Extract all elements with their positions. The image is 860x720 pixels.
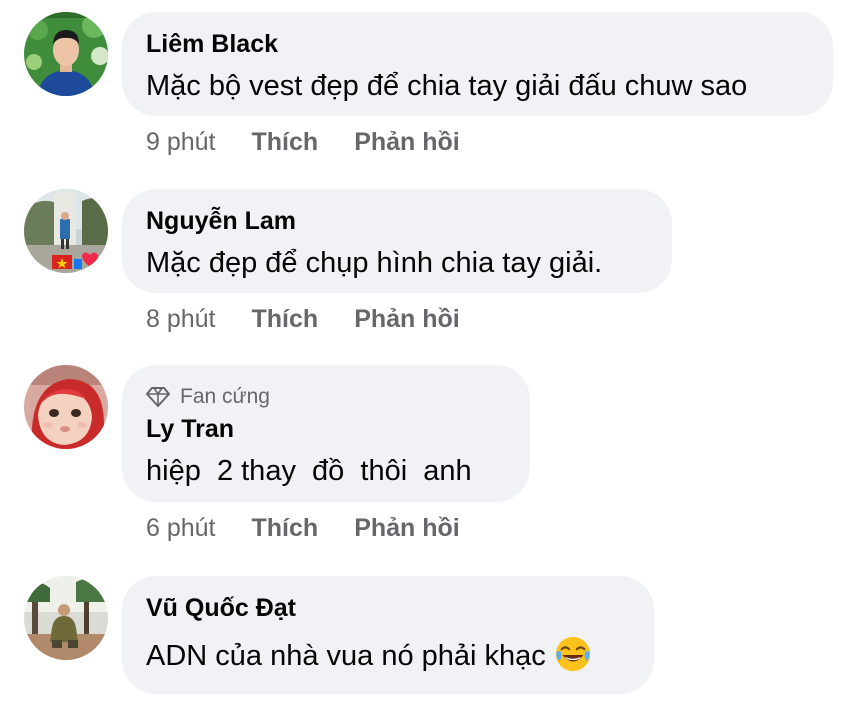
avatar[interactable] <box>24 365 108 449</box>
comment-actions <box>146 704 262 720</box>
comment-bubble: Fan cứng Ly Tran hiệp 2 thay đồ thôi anh <box>122 365 530 502</box>
comment-actions: 8 phút Thích Phản hồi <box>146 303 496 335</box>
comment-text: ADN của nhà vua nó phải khạc <box>146 636 628 676</box>
top-fan-badge: Fan cứng <box>146 383 504 411</box>
reply-button[interactable]: Phản hồi <box>354 512 460 544</box>
laughing-tears-emoji-icon <box>555 637 590 672</box>
avatar[interactable] <box>24 189 108 273</box>
avatar-photo-icon <box>24 189 108 273</box>
comment-actions: 9 phút Thích Phản hồi <box>146 126 496 158</box>
like-button[interactable]: Thích <box>252 512 319 544</box>
avatar-photo-icon <box>24 576 108 660</box>
diamond-icon <box>146 387 170 407</box>
avatar-photo-icon <box>24 365 108 449</box>
avatar[interactable] <box>24 576 108 660</box>
comment-time[interactable] <box>146 704 226 720</box>
comment-author[interactable]: Vũ Quốc Đạt <box>146 592 628 624</box>
comment-bubble: Vũ Quốc Đạt ADN của nhà vua nó phải khạc <box>122 576 654 694</box>
comment-time[interactable]: 9 phút <box>146 126 216 158</box>
comment-text: Mặc bộ vest đẹp để chia tay giải đấu chu… <box>146 70 748 102</box>
like-button[interactable]: Thích <box>252 126 319 158</box>
comment-actions: 6 phút Thích Phản hồi <box>146 512 496 544</box>
comment-author[interactable]: Ly Tran <box>146 413 504 445</box>
comment-author[interactable]: Nguyễn Lam <box>146 205 646 237</box>
reply-button[interactable]: Phản hồi <box>354 303 460 335</box>
avatar-photo-icon <box>24 12 108 96</box>
comment-bubble: Liêm Black Mặc bộ vest đẹp để chia tay g… <box>122 12 833 116</box>
badge-label: Fan cứng <box>180 385 270 408</box>
comment-author[interactable]: Liêm Black <box>146 28 807 60</box>
reply-button[interactable]: Phản hồi <box>354 126 460 158</box>
comment-text-content: ADN của nhà vua nó phải khạc <box>146 640 546 672</box>
avatar[interactable] <box>24 12 108 96</box>
comment-text: hiệp 2 thay đồ thôi anh <box>146 455 472 487</box>
comment-time[interactable]: 8 phút <box>146 303 216 335</box>
like-button[interactable]: Thích <box>252 303 319 335</box>
comment-text: Mặc đẹp để chụp hình chia tay giải. <box>146 247 603 279</box>
comment-bubble: Nguyễn Lam Mặc đẹp để chụp hình chia tay… <box>122 189 672 293</box>
comment-time[interactable]: 6 phút <box>146 512 216 544</box>
